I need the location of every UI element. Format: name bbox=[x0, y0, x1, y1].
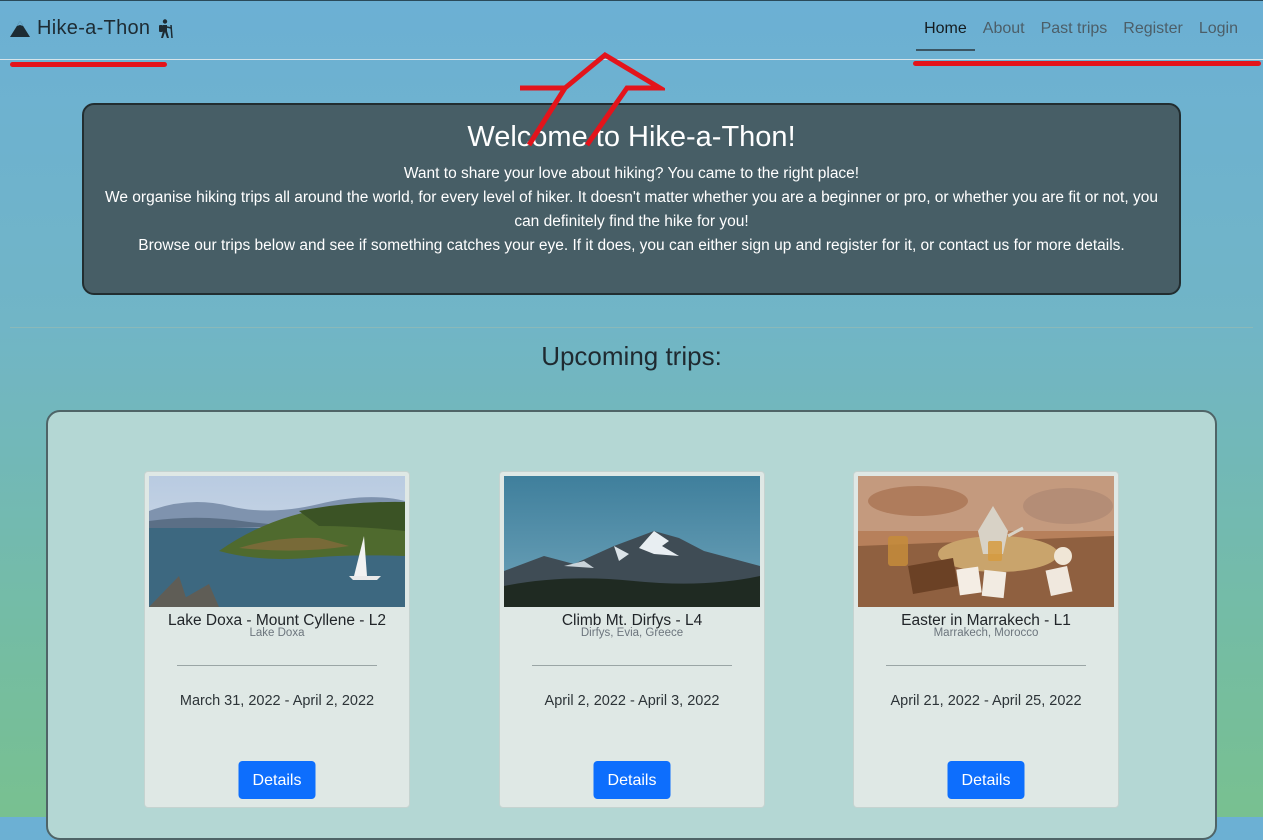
trip-location: Marrakech, Morocco bbox=[933, 627, 1039, 639]
trip-image-mountain bbox=[504, 476, 760, 607]
trip-card: Easter in Marrakech - L1 Marrakech, Moro… bbox=[853, 471, 1119, 808]
nav-links: Home About Past trips Register Login bbox=[916, 19, 1246, 51]
annotation-underline-brand bbox=[10, 62, 167, 67]
trip-location: Dirfys, Evia, Greece bbox=[580, 627, 684, 639]
nav-home[interactable]: Home bbox=[916, 19, 975, 51]
section-divider bbox=[10, 327, 1253, 328]
trip-card: Lake Doxa - Mount Cyllene - L2 Lake Doxa… bbox=[144, 471, 410, 808]
trip-dates: April 2, 2022 - April 3, 2022 bbox=[544, 693, 720, 709]
brand-link[interactable]: Hike-a-Thon bbox=[10, 17, 174, 40]
hero-line-2: We organise hiking trips all around the … bbox=[105, 189, 1158, 230]
card-divider bbox=[532, 665, 732, 666]
details-button[interactable]: Details bbox=[593, 761, 671, 799]
brand-name: Hike-a-Thon bbox=[37, 17, 151, 39]
hero-line-3: Browse our trips below and see if someth… bbox=[138, 237, 1125, 254]
nav-past-trips[interactable]: Past trips bbox=[1033, 19, 1116, 49]
trip-card: Climb Mt. Dirfys - L4 Dirfys, Evia, Gree… bbox=[499, 471, 765, 808]
card-divider bbox=[886, 665, 1086, 666]
trip-image-lake bbox=[149, 476, 405, 607]
mountain-icon bbox=[10, 20, 30, 37]
details-button[interactable]: Details bbox=[238, 761, 316, 799]
details-button[interactable]: Details bbox=[947, 761, 1025, 799]
annotation-arrow bbox=[520, 51, 665, 147]
nav-login[interactable]: Login bbox=[1191, 19, 1246, 49]
upcoming-trips-heading: Upcoming trips: bbox=[541, 341, 722, 371]
hero-line-1: Want to share your love about hiking? Yo… bbox=[403, 165, 860, 182]
nav-register[interactable]: Register bbox=[1115, 19, 1191, 49]
card-divider bbox=[177, 665, 377, 666]
trip-location: Lake Doxa bbox=[249, 627, 305, 639]
annotation-underline-nav bbox=[913, 61, 1261, 66]
trip-image-tea bbox=[858, 476, 1114, 607]
hiker-icon bbox=[159, 18, 174, 38]
trip-dates: March 31, 2022 - April 2, 2022 bbox=[179, 693, 375, 709]
nav-about[interactable]: About bbox=[975, 19, 1033, 49]
trip-dates: April 21, 2022 - April 25, 2022 bbox=[890, 693, 1082, 709]
